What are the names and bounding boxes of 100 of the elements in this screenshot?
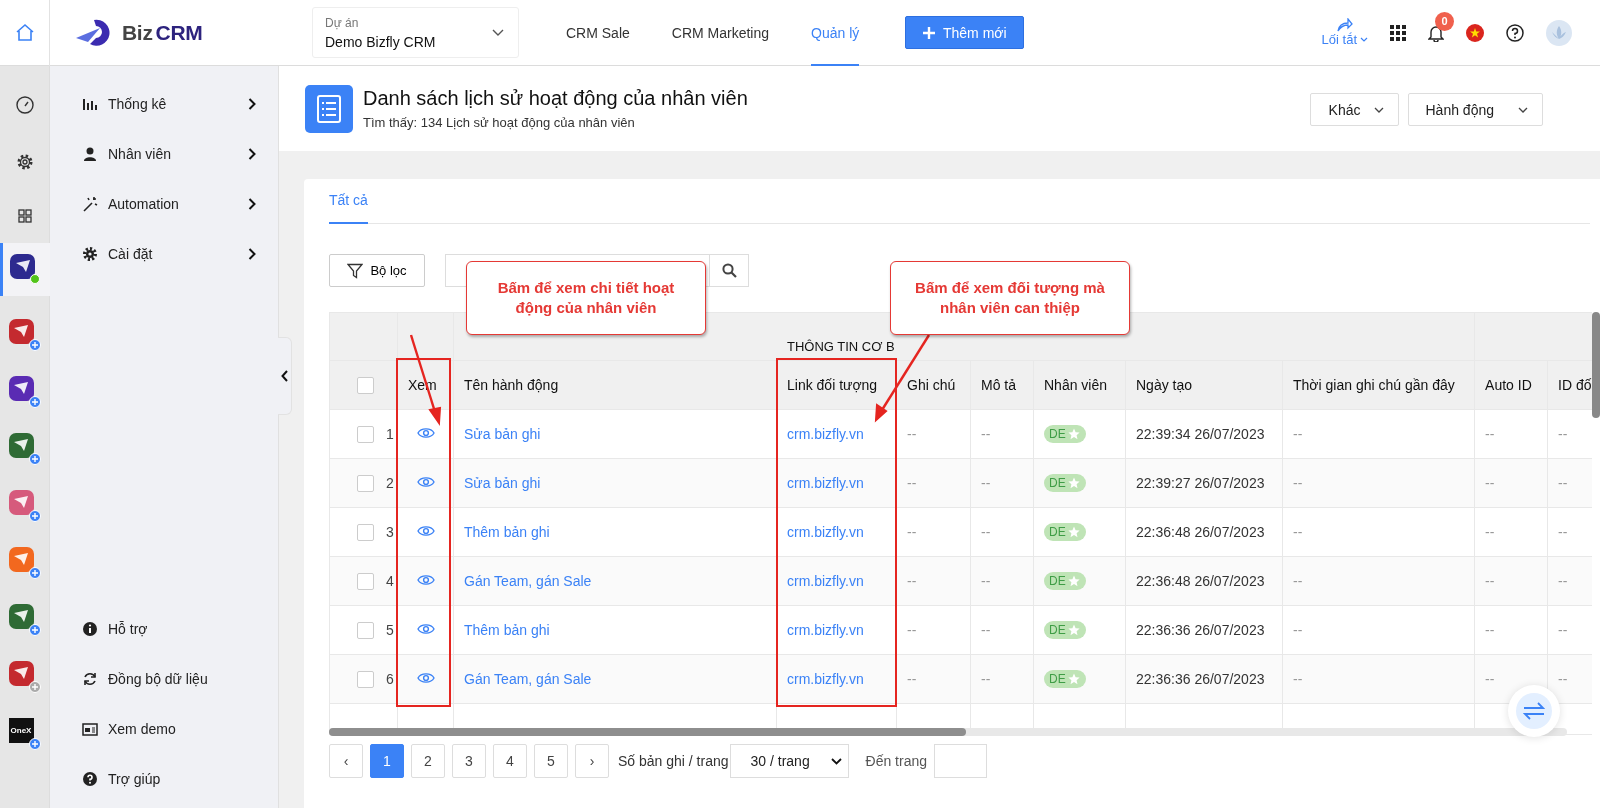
star-icon (1067, 673, 1080, 685)
tab[interactable]: Tất cả (329, 179, 368, 224)
table-cell: -- (1485, 573, 1495, 589)
search-icon (721, 263, 737, 278)
action-link[interactable]: Thêm bản ghi (464, 622, 550, 638)
table-cell: -- (1485, 622, 1495, 638)
view-icon[interactable] (416, 427, 435, 439)
sidebar-item[interactable]: Nhân viên (50, 129, 278, 179)
grid-icon (17, 208, 32, 223)
table-cell: -- (1293, 622, 1303, 638)
table-cell: -- (1293, 475, 1303, 491)
sidebar-item[interactable]: Cài đặt (50, 229, 278, 279)
logo-text: BizCRM (122, 20, 203, 45)
select-all-checkbox[interactable] (357, 376, 374, 394)
swap-arrows-icon (1523, 702, 1545, 720)
menu-icon (82, 771, 98, 787)
action-link[interactable]: Sửa bản ghi (464, 426, 541, 442)
sidebar-item[interactable]: Hỗ trợ (50, 604, 278, 654)
menu-icon (82, 671, 98, 687)
settings-icon (15, 152, 34, 171)
next-page-button[interactable]: › (575, 744, 609, 778)
page-button[interactable]: 3 (452, 744, 486, 778)
table-cell: 22:36:36 26/07/2023 (1136, 622, 1265, 638)
apps-grid-icon[interactable] (1390, 24, 1406, 41)
go-to-page-field[interactable] (934, 744, 987, 778)
result-count: Tìm thấy: 134 Lịch sử hoạt động của nhân viên (363, 115, 636, 130)
chevron-down-icon (1360, 37, 1368, 42)
app-logo: OneX (8, 717, 34, 743)
view-icon[interactable] (416, 525, 435, 537)
table-cell: -- (1558, 475, 1568, 491)
dropdown-button[interactable]: Hành động (1408, 93, 1543, 126)
row-checkbox[interactable] (357, 425, 374, 443)
sidebar-item[interactable]: Automation (50, 179, 278, 229)
page-button[interactable]: 4 (493, 744, 527, 778)
bell-icon[interactable] (1428, 23, 1444, 42)
dropdown-button[interactable]: Khác (1309, 93, 1400, 126)
staff-tag: DE (1044, 670, 1086, 688)
search-button[interactable] (709, 254, 749, 287)
page-size-label: Số bản ghi / trang (618, 753, 729, 769)
page-button[interactable]: 5 (534, 744, 568, 778)
shortcut-menu[interactable]: Lối tắt (1321, 18, 1368, 47)
table-cell: -- (1558, 671, 1568, 687)
home-icon[interactable] (14, 22, 35, 43)
row-number: 2 (386, 475, 394, 492)
column-header: Tên hành động (464, 377, 559, 393)
table-cell: -- (1485, 426, 1495, 442)
table-cell: -- (1485, 475, 1495, 491)
row-number: 6 (386, 671, 394, 688)
vertical-scrollbar[interactable] (1592, 312, 1600, 418)
sidebar-item[interactable]: Đồng bộ dữ liệu (50, 654, 278, 704)
callout-tooltip: Bấm để xem đối tượng mà nhân viên can thiệp (890, 261, 1130, 335)
page-button[interactable]: 2 (411, 744, 445, 778)
row-checkbox[interactable] (357, 572, 374, 590)
previous-page-button[interactable]: ‹ (329, 744, 363, 778)
collapse-handle[interactable] (278, 337, 292, 415)
view-icon[interactable] (416, 672, 435, 684)
page-size-select[interactable]: 30 / trang (729, 744, 849, 778)
funnel-icon (347, 262, 364, 279)
table-cell: -- (1485, 671, 1495, 687)
nav-tab[interactable]: CRM Marketing (671, 0, 770, 66)
sidebar-item[interactable]: Trợ giúp (50, 754, 278, 804)
row-checkbox[interactable] (357, 523, 374, 541)
filter-button[interactable]: Bộ lọc (329, 254, 425, 287)
row-checkbox[interactable] (357, 670, 374, 688)
action-link[interactable]: Gán Team, gán Sale (464, 573, 592, 589)
column-header: ID đố (1558, 377, 1592, 393)
column-header: Mô tả (981, 377, 1016, 393)
share-arrow-icon (1336, 18, 1353, 32)
table-cell: -- (907, 524, 917, 540)
table-cell: -- (907, 671, 917, 687)
gauge-icon (15, 95, 34, 114)
star-icon (1067, 526, 1080, 538)
table-cell: 22:36:48 26/07/2023 (1136, 524, 1265, 540)
view-icon[interactable] (416, 623, 435, 635)
app-rail-item[interactable]: OneX (0, 707, 50, 760)
star-icon (1067, 624, 1080, 636)
nav-tab[interactable]: CRM Sale (566, 0, 630, 66)
plus-icon (922, 26, 935, 39)
action-link[interactable]: Gán Team, gán Sale (464, 671, 592, 687)
staff-tag: DE (1044, 572, 1086, 590)
add-new-button[interactable]: Thêm mới (905, 16, 1025, 49)
view-icon[interactable] (416, 476, 435, 488)
help-icon[interactable] (1506, 23, 1524, 42)
star-icon (1067, 575, 1080, 587)
staff-tag: DE (1044, 523, 1086, 541)
row-checkbox[interactable] (357, 474, 374, 492)
chevron-left-icon (281, 370, 288, 382)
row-checkbox[interactable] (357, 621, 374, 639)
table-cell: -- (907, 475, 917, 491)
horizontal-scrollbar[interactable] (329, 728, 1567, 736)
table-cell: -- (1558, 622, 1568, 638)
project-select[interactable]: Dự án Demo Bizfly CRM (312, 7, 519, 58)
view-icon[interactable] (416, 574, 435, 586)
action-link[interactable]: Sửa bản ghi (464, 475, 541, 491)
sidebar-item[interactable]: Xem demo (50, 704, 278, 754)
action-link[interactable]: Thêm bản ghi (464, 524, 550, 540)
sidebar-item[interactable]: Thống kê (50, 79, 278, 129)
chevron-down-icon (1374, 106, 1385, 113)
flag-icon[interactable] (1466, 23, 1484, 42)
page-button[interactable]: 1 (370, 744, 404, 778)
